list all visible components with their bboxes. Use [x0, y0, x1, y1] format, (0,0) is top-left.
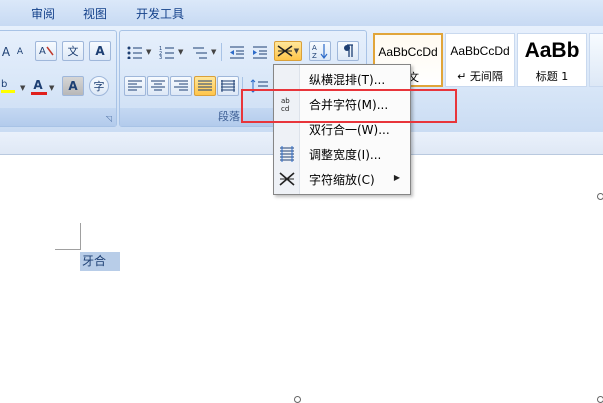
clear-format-icon: A	[39, 46, 54, 57]
distributed-button[interactable]	[217, 76, 239, 96]
numbering-dropdown-icon[interactable]: ▼	[178, 48, 183, 56]
menu-item-vertical-in-horizontal[interactable]: 纵横混排(T)...	[275, 67, 408, 91]
styles-scroll[interactable]	[589, 33, 603, 87]
svg-text:A: A	[312, 44, 317, 52]
numbering-icon: 123	[159, 46, 174, 59]
tab-review[interactable]: 审阅	[31, 5, 55, 22]
resize-handle[interactable]	[597, 193, 603, 200]
menu-item-character-scaling[interactable]: 字符缩放(C) ▶	[275, 167, 408, 191]
selected-text[interactable]: 牙合	[80, 252, 120, 271]
font-color-dropdown-icon[interactable]: ▼	[49, 84, 54, 92]
paragraph-mark-icon	[344, 44, 353, 57]
enclose-chars-button[interactable]: 字	[89, 76, 109, 96]
shrink-font-button[interactable]: A	[12, 42, 28, 62]
adjust-width-icon	[279, 146, 295, 162]
separator	[221, 43, 222, 61]
highlighter-icon: b	[1, 79, 15, 93]
show-marks-button[interactable]	[337, 41, 359, 61]
align-left-icon	[128, 80, 142, 91]
svg-text:3: 3	[159, 55, 162, 59]
align-center-icon	[151, 80, 165, 91]
tab-developer[interactable]: 开发工具	[136, 5, 184, 22]
clear-format-button[interactable]: A	[35, 41, 57, 61]
svg-text:A: A	[39, 46, 46, 57]
chinese-layout-button[interactable]: ▼	[274, 41, 302, 61]
char-shading-button[interactable]: A	[62, 76, 84, 96]
margin-corner-mark	[55, 249, 81, 250]
character-scaling-icon	[279, 171, 295, 187]
align-right-icon	[174, 80, 188, 91]
phonetic-guide-button[interactable]: 文	[62, 41, 84, 61]
align-center-button[interactable]	[147, 76, 169, 96]
style-heading1-tile[interactable]: AaBb 标题 1	[517, 33, 587, 87]
multilevel-dropdown-icon[interactable]: ▼	[211, 48, 216, 56]
highlight-dropdown-icon[interactable]: ▼	[20, 84, 25, 92]
svg-text:b: b	[1, 79, 7, 90]
style-no-spacing-tile[interactable]: AaBbCcDd ↵ 无间隔	[445, 33, 515, 87]
ribbon-tab-bar: 审阅 视图 开发工具	[0, 0, 603, 27]
chinese-layout-icon	[277, 45, 293, 57]
bullets-button[interactable]	[124, 42, 146, 62]
margin-corner-mark	[80, 223, 81, 250]
increase-indent-button[interactable]	[249, 42, 271, 62]
tab-view[interactable]: 视图	[83, 5, 107, 22]
multilevel-list-button[interactable]	[189, 42, 211, 62]
chinese-layout-dropdown-icon: ▼	[293, 47, 300, 55]
distributed-icon	[221, 80, 235, 92]
justify-icon	[198, 80, 212, 91]
char-border-button[interactable]: A	[89, 41, 111, 61]
decrease-indent-button[interactable]	[226, 42, 248, 62]
grow-font-button[interactable]: A	[0, 42, 12, 62]
bullets-dropdown-icon[interactable]: ▼	[146, 48, 151, 56]
font-dialog-launcher-icon[interactable]: ◹	[106, 114, 112, 123]
numbering-button[interactable]: 123	[156, 42, 178, 62]
chinese-layout-menu: 纵横混排(T)... ab cd 合并字符(M)... 双行合一(W)... 调整…	[273, 64, 411, 195]
highlight-color-button[interactable]: b	[0, 76, 20, 96]
sort-button[interactable]: AZ	[309, 41, 331, 61]
bullets-icon	[127, 46, 142, 59]
decrease-indent-icon	[230, 46, 244, 59]
align-right-button[interactable]	[170, 76, 192, 96]
justify-button[interactable]	[194, 76, 216, 96]
annotation-highlight-box	[241, 89, 457, 123]
font-color-swatch	[31, 92, 47, 95]
submenu-arrow-icon: ▶	[393, 173, 400, 182]
svg-text:Z: Z	[312, 52, 317, 59]
menu-item-adjust-width[interactable]: 调整宽度(I)...	[275, 142, 408, 166]
font-color-button[interactable]: A	[27, 75, 49, 95]
sort-icon: AZ	[312, 44, 328, 59]
align-left-button[interactable]	[124, 76, 146, 96]
increase-indent-icon	[253, 46, 267, 59]
multilevel-list-icon	[193, 47, 207, 59]
paragraph-group-label: 段落	[218, 110, 240, 123]
